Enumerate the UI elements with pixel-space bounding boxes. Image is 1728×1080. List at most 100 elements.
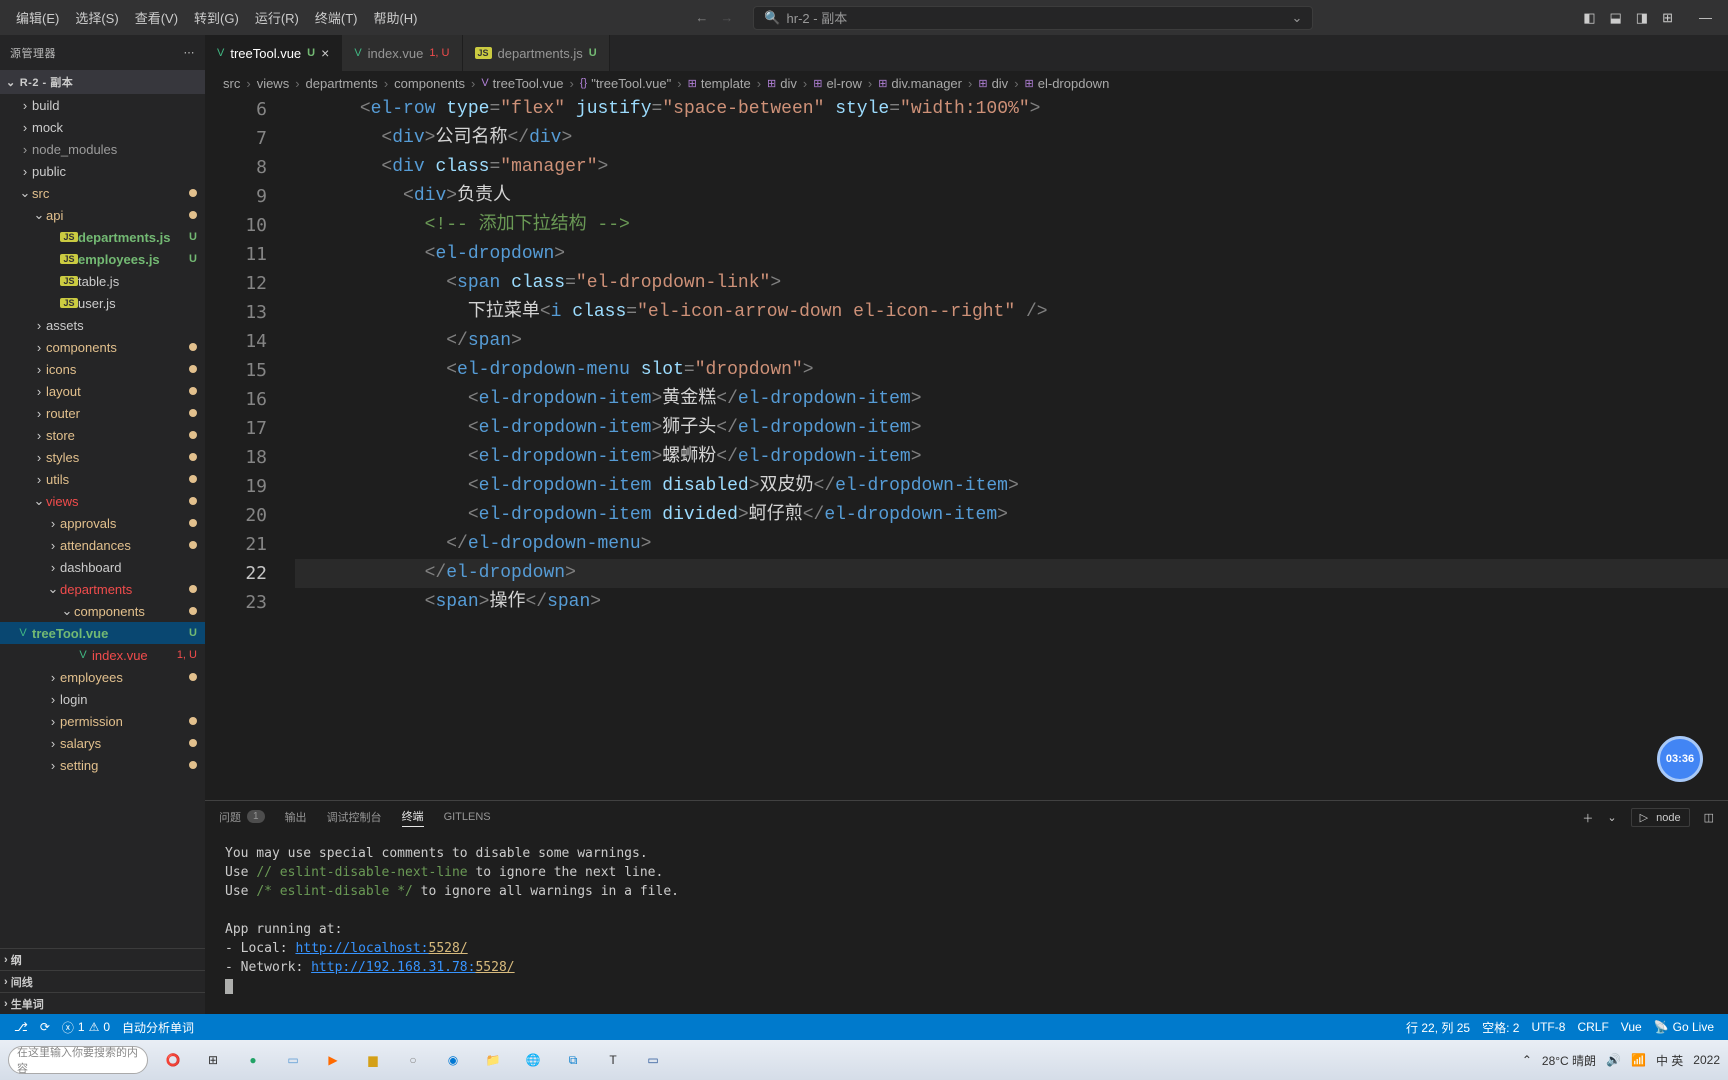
code-editor[interactable]: 67891011121314151617181920212223 <el-row… [205, 95, 1728, 800]
breadcrumb-item[interactable]: views [257, 76, 290, 91]
sync-icon[interactable]: ⟳ [34, 1020, 56, 1034]
tree-item-treeTool.vue[interactable]: VtreeTool.vueU [0, 622, 205, 644]
tree-item-permission[interactable]: ›permission [0, 710, 205, 732]
more-icon[interactable]: ⋯ [184, 46, 196, 59]
tree-item-departments[interactable]: ⌄departments [0, 578, 205, 600]
tree-item-mock[interactable]: ›mock [0, 116, 205, 138]
tab-treeTool.vue[interactable]: VtreeTool.vueU× [205, 35, 342, 71]
tree-item-approvals[interactable]: ›approvals [0, 512, 205, 534]
tree-item-table.js[interactable]: JStable.js [0, 270, 205, 292]
app-icon[interactable]: ● [238, 1045, 268, 1075]
timeline-section[interactable]: › 间线 [0, 970, 205, 992]
app-icon[interactable]: ▆ [358, 1045, 388, 1075]
app-icon[interactable]: ▭ [278, 1045, 308, 1075]
tree-item-attendances[interactable]: ›attendances [0, 534, 205, 556]
menu-edit[interactable]: 编辑(E) [8, 0, 67, 35]
split-terminal-icon[interactable]: ◫ [1704, 811, 1714, 824]
breadcrumb-item[interactable]: div [780, 76, 797, 91]
breadcrumb-item[interactable]: components [394, 76, 465, 91]
customize-layout-icon[interactable]: ⊞ [1662, 10, 1673, 26]
terminal-selector[interactable]: ▷ node [1631, 808, 1690, 827]
cursor-position[interactable]: 行 22, 列 25 [1400, 1019, 1476, 1036]
file-explorer-icon[interactable]: 📁 [478, 1045, 508, 1075]
taskview-icon[interactable]: ⊞ [198, 1045, 228, 1075]
layout-sidebar-left-icon[interactable]: ◧ [1583, 10, 1595, 26]
nav-forward-icon[interactable]: → [720, 10, 733, 25]
tree-item-assets[interactable]: ›assets [0, 314, 205, 336]
tab-departments.js[interactable]: JSdepartments.jsU [463, 35, 610, 71]
analysis-status[interactable]: 自动分析单词 [116, 1019, 200, 1036]
breadcrumb-item[interactable]: "treeTool.vue" [591, 76, 671, 91]
app-icon[interactable]: T [598, 1045, 628, 1075]
volume-icon[interactable]: 🔊 [1606, 1053, 1621, 1067]
breadcrumb-item[interactable]: treeTool.vue [493, 76, 564, 91]
edge-icon[interactable]: ◉ [438, 1045, 468, 1075]
add-terminal-icon[interactable]: ＋ [1582, 810, 1593, 826]
tree-item-employees.js[interactable]: JSemployees.jsU [0, 248, 205, 270]
panel-tab-gitlens[interactable]: GITLENS [444, 811, 491, 825]
tree-item-icons[interactable]: ›icons [0, 358, 205, 380]
layout-panel-icon[interactable]: ⬓ [1610, 10, 1622, 26]
panel-tab-terminal[interactable]: 终端 [402, 808, 424, 827]
breadcrumb-item[interactable]: div [992, 76, 1009, 91]
tree-item-src[interactable]: ⌄src [0, 182, 205, 204]
breadcrumb-item[interactable]: departments [306, 76, 378, 91]
outline-section[interactable]: › 纲 [0, 948, 205, 970]
weather-widget[interactable]: 28°C 晴朗 [1542, 1052, 1596, 1069]
tree-item-salarys[interactable]: ›salarys [0, 732, 205, 754]
breadcrumbs[interactable]: src›views›departments›components›VtreeTo… [205, 71, 1728, 95]
media-player-icon[interactable]: ▶ [318, 1045, 348, 1075]
words-section[interactable]: › 生单词 [0, 992, 205, 1014]
tree-item-views[interactable]: ⌄views [0, 490, 205, 512]
layout-sidebar-right-icon[interactable]: ◨ [1636, 10, 1648, 26]
tree-item-store[interactable]: ›store [0, 424, 205, 446]
chevron-down-icon[interactable]: ⌄ [1291, 10, 1302, 26]
wifi-icon[interactable]: 📶 [1631, 1053, 1646, 1067]
eol-status[interactable]: CRLF [1571, 1019, 1614, 1036]
tree-item-setting[interactable]: ›setting [0, 754, 205, 776]
tree-item-index.vue[interactable]: Vindex.vue1, U [0, 644, 205, 666]
command-center[interactable]: 🔍 hr-2 - 副本 ⌄ [753, 6, 1313, 30]
menu-terminal[interactable]: 终端(T) [307, 0, 366, 35]
chrome-icon[interactable]: 🌐 [518, 1045, 548, 1075]
tree-item-employees[interactable]: ›employees [0, 666, 205, 688]
breadcrumb-item[interactable]: template [701, 76, 751, 91]
go-live-button[interactable]: 📡 Go Live [1648, 1019, 1720, 1036]
tree-item-components[interactable]: ›components [0, 336, 205, 358]
tree-item-login[interactable]: ›login [0, 688, 205, 710]
panel-tab-debug[interactable]: 调试控制台 [327, 809, 382, 827]
tree-item-public[interactable]: ›public [0, 160, 205, 182]
menu-run[interactable]: 运行(R) [247, 0, 307, 35]
tree-item-styles[interactable]: ›styles [0, 446, 205, 468]
close-icon[interactable]: × [321, 45, 329, 61]
tree-item-departments.js[interactable]: JSdepartments.jsU [0, 226, 205, 248]
code-content[interactable]: <el-row type="flex" justify="space-betwe… [295, 95, 1728, 800]
date-indicator[interactable]: 2022 [1693, 1053, 1720, 1067]
tree-item-user.js[interactable]: JSuser.js [0, 292, 205, 314]
menu-select[interactable]: 选择(S) [67, 0, 126, 35]
menu-go[interactable]: 转到(G) [186, 0, 247, 35]
problems-status[interactable]: ⓧ1 ⚠0 [56, 1019, 116, 1036]
tray-chevron-icon[interactable]: ⌃ [1522, 1053, 1532, 1067]
remote-icon[interactable]: ⎇ [8, 1020, 34, 1034]
system-tray[interactable]: ⌃ 28°C 晴朗 🔊 📶 中 英 2022 [1522, 1052, 1720, 1069]
taskbar-search[interactable]: 在这里输入你要搜索的内容 [8, 1046, 148, 1074]
tree-item-api[interactable]: ⌄api [0, 204, 205, 226]
tree-item-dashboard[interactable]: ›dashboard [0, 556, 205, 578]
cortana-icon[interactable]: ⭕ [158, 1045, 188, 1075]
app-icon[interactable]: ○ [398, 1045, 428, 1075]
tree-item-layout[interactable]: ›layout [0, 380, 205, 402]
tree-item-node_modules[interactable]: ›node_modules [0, 138, 205, 160]
breadcrumb-item[interactable]: div.manager [891, 76, 962, 91]
project-root[interactable]: ⌄ R-2 - 副本 [0, 70, 205, 94]
nav-back-icon[interactable]: ← [695, 10, 708, 25]
tab-index.vue[interactable]: Vindex.vue1, U [342, 35, 462, 71]
tree-item-utils[interactable]: ›utils [0, 468, 205, 490]
app-icon[interactable]: ▭ [638, 1045, 668, 1075]
panel-tab-problems[interactable]: 问题 1 [219, 809, 265, 827]
tree-item-router[interactable]: ›router [0, 402, 205, 424]
ime-indicator[interactable]: 中 英 [1656, 1052, 1683, 1069]
tree-item-build[interactable]: ›build [0, 94, 205, 116]
tree-item-components[interactable]: ⌄components [0, 600, 205, 622]
vscode-icon[interactable]: ⧉ [558, 1045, 588, 1075]
